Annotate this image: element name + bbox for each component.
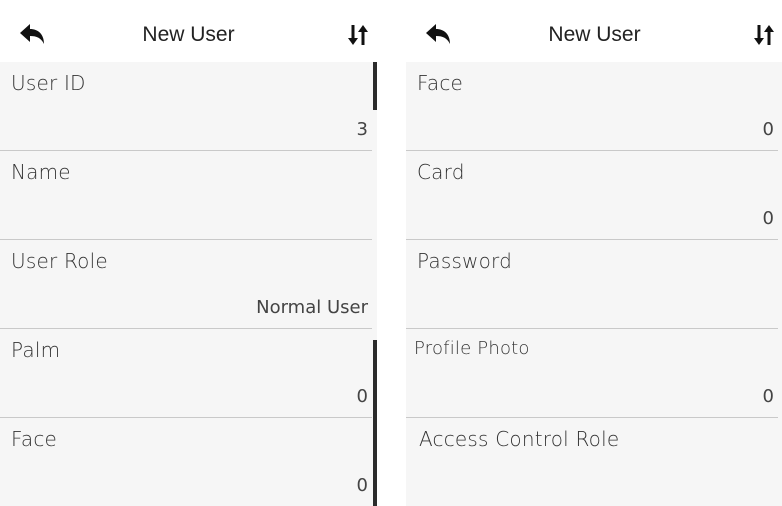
user-field-list[interactable]: User ID 3 Name User Role Normal User Pal…	[0, 62, 377, 506]
row-label: Profile Photo	[414, 338, 530, 359]
back-arrow-icon	[20, 24, 44, 44]
row-value: 0	[762, 386, 774, 407]
list-item-card[interactable]: Card 0	[406, 151, 778, 240]
row-value: Normal User	[256, 297, 368, 318]
list-item-profile-photo[interactable]: Profile Photo 0	[406, 329, 778, 418]
row-label: Name	[11, 160, 71, 184]
back-arrow-icon	[426, 24, 450, 44]
row-value: 3	[356, 119, 368, 140]
sort-button[interactable]	[747, 20, 781, 50]
list-item-face[interactable]: Face 0	[406, 62, 778, 151]
row-label: Access Control Role	[419, 427, 620, 451]
app-header: New User	[406, 0, 782, 62]
scrollbar-thumb[interactable]	[373, 340, 377, 506]
row-label: Password	[417, 249, 513, 273]
new-user-screen-right: New User Face 0 Card 0 Password Profile …	[406, 0, 782, 506]
row-value: 0	[356, 386, 368, 407]
list-item-face[interactable]: Face 0	[0, 418, 372, 506]
page-title: New User	[548, 23, 641, 46]
row-label: Face	[11, 427, 58, 451]
new-user-screen-left: New User User ID 3 Name User Role Normal…	[0, 0, 377, 506]
scrollbar-top[interactable]	[373, 62, 377, 110]
row-label: Card	[417, 160, 465, 184]
user-field-list[interactable]: Face 0 Card 0 Password Profile Photo 0 A…	[406, 62, 782, 506]
list-item-password[interactable]: Password	[406, 240, 778, 329]
app-header: New User	[0, 0, 377, 62]
page-title: New User	[142, 23, 235, 46]
row-label: Face	[417, 71, 464, 95]
row-value: 0	[762, 119, 774, 140]
row-label: Palm	[11, 338, 61, 362]
row-label: User ID	[11, 71, 86, 95]
list-item-access-control-role[interactable]: Access Control Role	[406, 418, 778, 506]
list-item-user-id[interactable]: User ID 3	[0, 62, 372, 151]
back-button[interactable]	[418, 18, 458, 52]
sort-button[interactable]	[341, 20, 375, 50]
sort-arrows-icon	[754, 25, 774, 45]
sort-arrows-icon	[348, 25, 368, 45]
row-value: 0	[762, 208, 774, 229]
list-item-user-role[interactable]: User Role Normal User	[0, 240, 372, 329]
row-label: User Role	[11, 249, 108, 273]
list-item-name[interactable]: Name	[0, 151, 372, 240]
list-item-palm[interactable]: Palm 0	[0, 329, 372, 418]
row-value: 0	[356, 475, 368, 496]
back-button[interactable]	[12, 18, 52, 52]
